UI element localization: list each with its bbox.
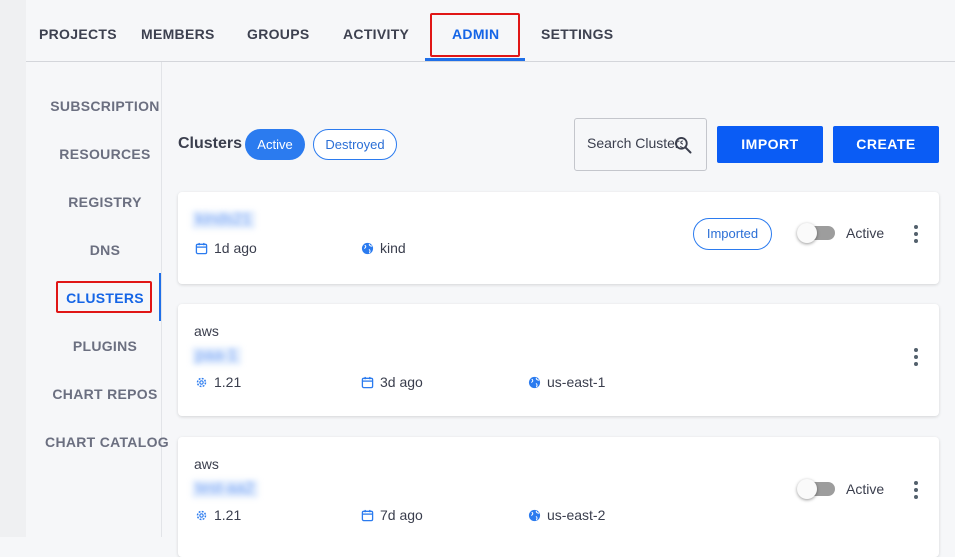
imported-badge: Imported [693, 218, 772, 250]
sidebar-item-resources[interactable]: RESOURCES [26, 146, 184, 162]
cluster-name[interactable]: kinds21 [192, 211, 256, 229]
calendar-icon [361, 509, 374, 521]
sidebar-item-chart-repos[interactable]: CHART REPOS [26, 386, 184, 402]
cluster-card[interactable]: aws test-aa2 1.21 7d ago us-east-2 Activ… [178, 437, 939, 557]
calendar-icon [195, 242, 208, 254]
cluster-provider: aws [194, 456, 219, 472]
tab-activity[interactable]: ACTIVITY [343, 26, 409, 48]
sidebar-item-dns[interactable]: DNS [26, 242, 184, 258]
cluster-region: us-east-1 [528, 374, 605, 390]
cluster-location: kind [361, 240, 406, 256]
sidebar-active-indicator [159, 273, 161, 321]
active-tab-indicator [425, 58, 525, 61]
version-text: 1.21 [214, 374, 242, 390]
age-text: 1d ago [214, 240, 257, 256]
cluster-region: us-east-2 [528, 507, 605, 523]
search-box [574, 118, 707, 171]
calendar-icon [361, 376, 374, 388]
tab-members[interactable]: MEMBERS [141, 26, 215, 48]
clusters-highlight-box [56, 281, 152, 313]
gear-icon [196, 377, 207, 387]
cluster-age: 3d ago [361, 374, 423, 390]
page-title: Clusters [178, 135, 243, 152]
sidebar-item-chart-catalog[interactable]: CHART CATALOG [26, 434, 188, 450]
sidebar-item-registry[interactable]: REGISTRY [26, 194, 184, 210]
filter-active[interactable]: Active [245, 129, 305, 160]
active-toggle[interactable] [797, 478, 835, 500]
tab-settings[interactable]: SETTINGS [541, 26, 613, 48]
sidebar-item-plugins[interactable]: PLUGINS [26, 338, 184, 354]
cluster-provider: aws [194, 323, 219, 339]
cluster-card[interactable]: kinds21 1d ago kind Imported Active [178, 192, 939, 284]
active-toggle[interactable] [797, 222, 835, 244]
search-icon[interactable] [673, 135, 693, 155]
filter-destroyed[interactable]: Destroyed [313, 129, 397, 160]
search-input[interactable] [587, 135, 683, 151]
cluster-name[interactable]: test-aa2 [192, 480, 258, 498]
cluster-name[interactable]: paa-1 [192, 347, 241, 365]
globe-icon [528, 376, 541, 388]
create-button[interactable]: CREATE [833, 126, 939, 163]
tab-projects[interactable]: PROJECTS [39, 26, 117, 48]
cluster-card[interactable]: aws paa-1 1.21 3d ago us-east-1 [178, 304, 939, 416]
toggle-label: Active [846, 225, 885, 241]
admin-highlight-box [430, 13, 520, 57]
more-vertical-icon[interactable] [911, 480, 921, 500]
toggle-label: Active [846, 481, 885, 497]
gear-icon [196, 510, 207, 520]
version-text: 1.21 [214, 507, 242, 523]
globe-icon [528, 509, 541, 521]
more-vertical-icon[interactable] [911, 224, 921, 244]
tab-groups[interactable]: GROUPS [247, 26, 309, 48]
left-edge-strip [0, 0, 26, 537]
import-button[interactable]: IMPORT [717, 126, 823, 163]
region-text: us-east-2 [547, 507, 606, 523]
location-text: kind [380, 240, 406, 256]
age-text: 7d ago [380, 507, 423, 523]
cluster-age: 1d ago [195, 240, 257, 256]
cluster-version: 1.21 [195, 507, 241, 523]
more-vertical-icon[interactable] [911, 347, 921, 367]
cluster-age: 7d ago [361, 507, 423, 523]
cluster-version: 1.21 [195, 374, 241, 390]
region-text: us-east-1 [547, 374, 606, 390]
sidebar-item-subscription[interactable]: SUBSCRIPTION [26, 98, 184, 114]
globe-icon [361, 242, 374, 254]
age-text: 3d ago [380, 374, 423, 390]
